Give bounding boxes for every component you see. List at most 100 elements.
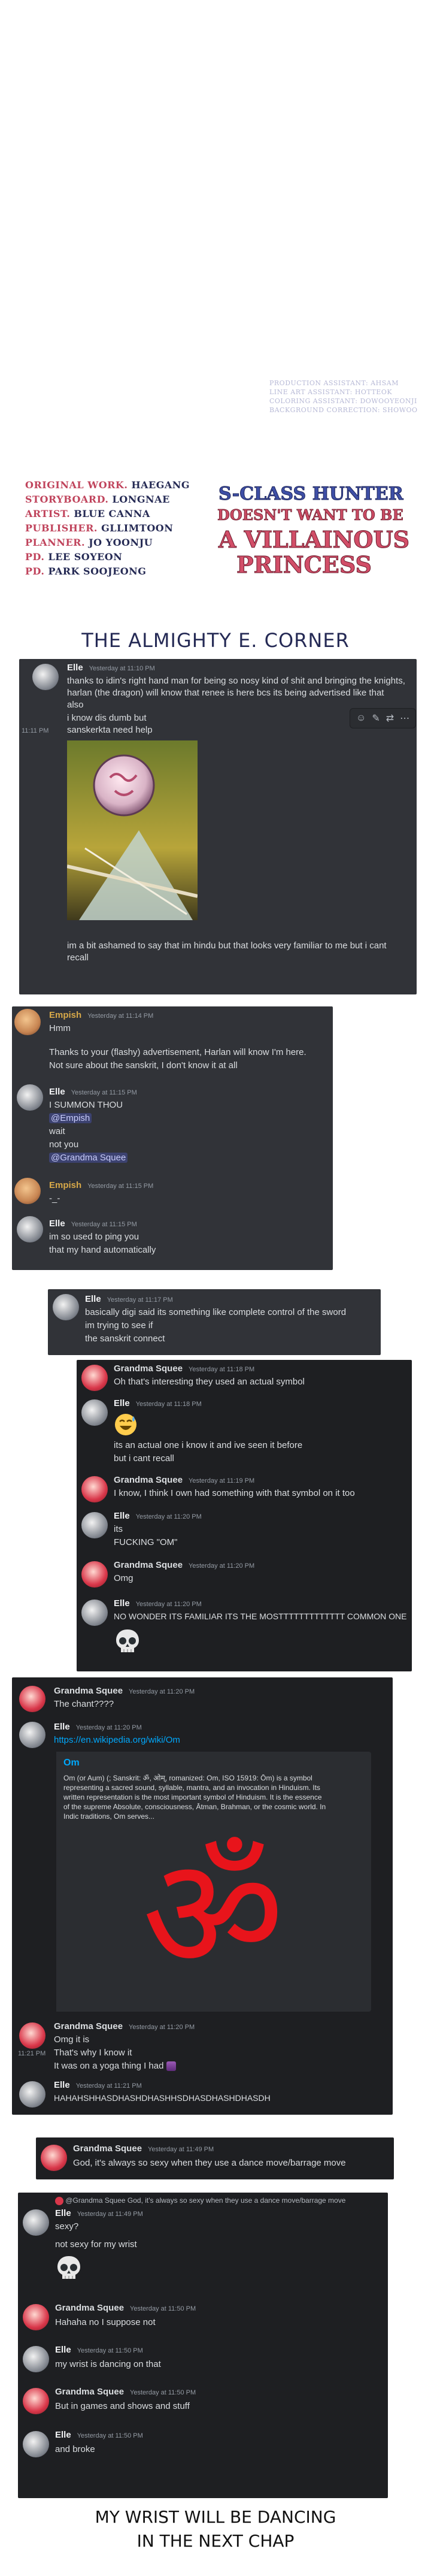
message-author: Elle Yesterday at 11:20 PM	[114, 1511, 202, 1521]
message-text: its an actual one i know it and ive seen…	[114, 1440, 303, 1450]
message-timestamp: Yesterday at 11:20 PM	[189, 1562, 255, 1570]
message-timestamp: Yesterday at 11:50 PM	[130, 2305, 196, 2312]
message-author: Elle Yesterday at 11:20 PM	[114, 1598, 202, 1609]
edit-icon[interactable]: ✎	[372, 712, 380, 724]
wikipedia-link[interactable]: https://en.wikipedia.org/wiki/Om	[54, 1735, 180, 1745]
embed-title[interactable]: Om	[63, 1758, 80, 1768]
user-avatar	[23, 2304, 49, 2330]
message-text: Not sure about the sanskrit, I don't kno…	[49, 1060, 238, 1071]
skull-emoji-icon	[57, 2256, 80, 2279]
user-avatar	[81, 1561, 108, 1588]
user-avatar	[23, 2431, 49, 2457]
user-mention[interactable]: @Empish	[49, 1113, 92, 1123]
message-text: my wrist is dancing on that	[55, 2359, 161, 2369]
series-logo: S-CLASS HUNTER DOESN'T WANT TO BE A VILL…	[217, 483, 410, 579]
message-author: Empish Yesterday at 11:14 PM	[49, 1010, 154, 1020]
message-author: Grandma Squee Yesterday at 11:49 PM	[73, 2143, 214, 2154]
message-author: Elle Yesterday at 11:50 PM	[55, 2345, 143, 2355]
message-timestamp: Yesterday at 11:18 PM	[135, 1401, 202, 1408]
credit-key: PUBLISHER.	[25, 522, 98, 534]
embed-description: Om (or Aum) (; Sanskrit: ॐ, ओम्, romaniz…	[63, 1774, 326, 1821]
hover-timestamp: 11:21 PM	[18, 2050, 46, 2057]
credit-value: JO YOONJU	[89, 537, 153, 548]
attached-manga-image[interactable]	[67, 740, 198, 920]
message-author: Elle Yesterday at 11:21 PM	[54, 2080, 142, 2090]
chat-panel-7: @Grandma Squee God, it's always so sexy …	[18, 2193, 388, 2498]
user-avatar	[14, 1009, 41, 1035]
more-icon[interactable]: ⋯	[400, 712, 409, 724]
chat-panel-5: Grandma Squee Yesterday at 11:20 PM The c…	[12, 1677, 393, 2115]
message-text: im so used to ping you	[49, 1232, 139, 1242]
message-timestamp: Yesterday at 11:14 PM	[87, 1012, 154, 1020]
message-text: basically digi said its something like c…	[85, 1307, 347, 1317]
message-author: Elle Yesterday at 11:10 PM	[67, 663, 155, 673]
message-timestamp: Yesterday at 11:20 PM	[75, 1724, 142, 1731]
logo-line: PRINCESS	[236, 551, 372, 578]
message-timestamp: Yesterday at 11:20 PM	[129, 2024, 195, 2031]
credit-key: STORYBOARD.	[25, 494, 109, 505]
message-text: its	[114, 1524, 123, 1534]
message-text: also	[67, 700, 84, 710]
message-text: NO WONDER ITS FAMILIAR ITS THE MOSTTTTTT…	[114, 1611, 407, 1621]
user-mention[interactable]: @Grandma Squee	[49, 1153, 128, 1163]
message-text: not sexy for my wrist	[55, 2239, 137, 2250]
user-avatar	[32, 664, 59, 690]
message-text: thanks to idin's right hand man for bein…	[67, 676, 405, 686]
message-text: FUCKING "OM"	[114, 1537, 178, 1547]
message-text: HAHAHSHHASDHASHDHASHHSDHASDHASHDHASDH	[54, 2093, 271, 2103]
message-text: that my hand automatically	[49, 1245, 156, 1255]
user-avatar	[41, 2145, 67, 2171]
message-author: Elle Yesterday at 11:15 PM	[49, 1219, 137, 1229]
message-toolbar: ☺ ✎ ⇄ ⋯	[350, 708, 417, 728]
message-timestamp: Yesterday at 11:19 PM	[189, 1477, 255, 1484]
message-timestamp: Yesterday at 11:10 PM	[89, 665, 155, 672]
link-embed: Om Om (or Aum) (; Sanskrit: ॐ, ओम्, roma…	[54, 1752, 371, 2012]
credit-value: PARK SOOJEONG	[48, 566, 147, 577]
chat-panel-3: Elle Yesterday at 11:17 PM basically digi…	[48, 1289, 381, 1355]
message-text: The chant????	[54, 1699, 114, 1709]
credit-value: HAEGANG	[131, 479, 190, 491]
credit-key: ARTIST.	[25, 508, 71, 519]
message-timestamp: Yesterday at 11:49 PM	[77, 2211, 143, 2218]
user-avatar	[23, 2346, 49, 2372]
user-avatar	[17, 1084, 43, 1111]
credit-value: LEE SOYEON	[48, 551, 123, 563]
add-reaction-icon[interactable]: ☺	[356, 713, 366, 724]
om-symbol-image[interactable]: ॐ	[63, 1826, 363, 2003]
message-timestamp: Yesterday at 11:15 PM	[87, 1183, 154, 1190]
credit-line: PRODUCTION ASSISTANT: AHSAM	[269, 379, 399, 387]
message-text: Hmm	[49, 1023, 71, 1033]
sweat-smile-emoji-icon	[115, 1414, 136, 1435]
message-author: Empish Yesterday at 11:15 PM	[49, 1180, 154, 1190]
reply-reference[interactable]: @Grandma Squee God, it's always so sexy …	[55, 2196, 345, 2205]
message-text: Omg	[114, 1573, 133, 1583]
message-author: Grandma Squee Yesterday at 11:50 PM	[55, 2303, 196, 2313]
credit-key: ORIGINAL WORK.	[25, 479, 128, 491]
message-timestamp: Yesterday at 11:50 PM	[130, 2389, 196, 2396]
message-timestamp: Yesterday at 11:21 PM	[75, 2082, 142, 2090]
user-avatar	[23, 2388, 49, 2414]
user-avatar	[81, 1600, 108, 1626]
message-timestamp: Yesterday at 11:17 PM	[107, 1296, 173, 1304]
message-timestamp: Yesterday at 11:15 PM	[71, 1089, 137, 1096]
user-avatar	[19, 1686, 45, 1712]
message-author: Elle Yesterday at 11:20 PM	[54, 1722, 142, 1732]
message-author: Grandma Squee Yesterday at 11:20 PM	[54, 2021, 195, 2031]
user-avatar	[19, 1722, 45, 1748]
reply-icon[interactable]: ⇄	[386, 712, 394, 724]
message-timestamp: Yesterday at 11:15 PM	[71, 1221, 137, 1228]
credit-value: LONGNAE	[112, 494, 170, 505]
message-text: Omg it is	[54, 2034, 90, 2045]
message-author: Grandma Squee Yesterday at 11:20 PM	[54, 1686, 195, 1696]
om-symbol-glyph: ॐ	[142, 1824, 284, 2005]
message-text: sanskerkta need help	[67, 725, 153, 735]
user-avatar	[81, 1512, 108, 1538]
credit-value: BLUE CANNA	[74, 508, 150, 519]
chat-panel-4: Grandma Squee Yesterday at 11:18 PM Oh th…	[77, 1360, 412, 1671]
credit-key: PD.	[25, 551, 45, 563]
message-timestamp: Yesterday at 11:18 PM	[189, 1366, 255, 1373]
message-text: But in games and shows and stuff	[55, 2401, 190, 2411]
person-in-lotus-emoji-icon	[166, 2061, 176, 2072]
message-text: sexy?	[55, 2221, 79, 2232]
message-author: Elle Yesterday at 11:18 PM	[114, 1398, 202, 1408]
